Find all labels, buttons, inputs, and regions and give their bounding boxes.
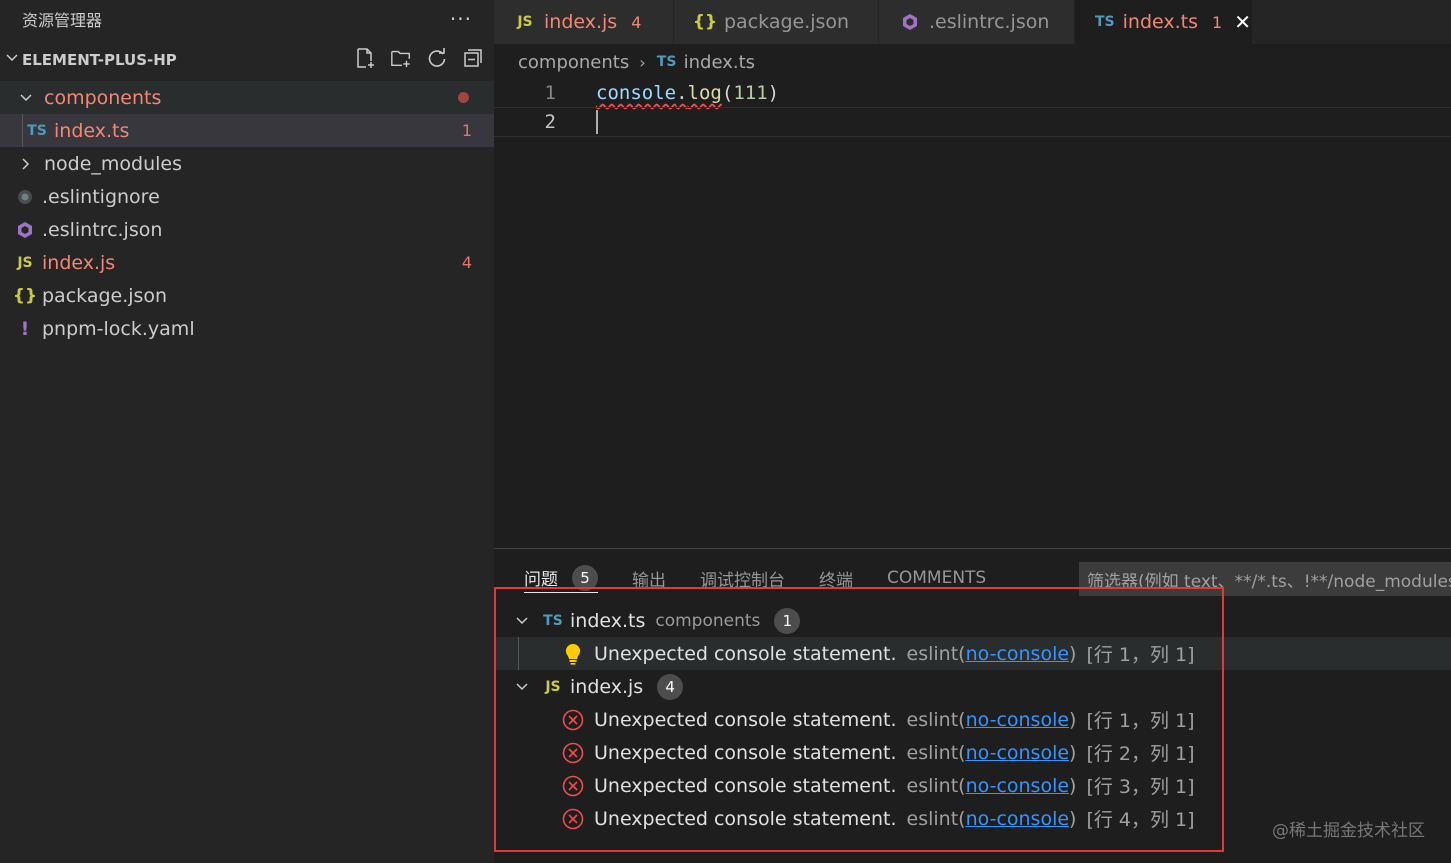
- chevron-down-icon: [18, 90, 40, 106]
- highlight-box: [494, 587, 1224, 852]
- tab-label: package.json: [724, 11, 850, 33]
- breadcrumb-folder[interactable]: components: [518, 52, 629, 73]
- tree-item-label: index.ts: [54, 119, 130, 142]
- chevron-down-icon: [4, 50, 22, 70]
- tree-file-index-js[interactable]: JS index.js 4: [0, 246, 494, 279]
- code-editor[interactable]: 1 console.log(111) 2: [494, 78, 1451, 548]
- breadcrumb-file[interactable]: index.ts: [684, 52, 755, 73]
- collapse-all-icon[interactable]: [462, 46, 484, 70]
- more-actions-icon[interactable]: ···: [450, 7, 472, 31]
- token-punct: .: [676, 82, 688, 104]
- tab-label: index.ts: [1122, 11, 1199, 33]
- json-file-icon: {}: [12, 285, 38, 306]
- explorer-sidebar: 资源管理器 ··· ELEMENT-PLUS-HP components TS …: [0, 0, 494, 863]
- js-file-icon: JS: [17, 254, 33, 271]
- ts-file-icon: TS: [656, 54, 677, 70]
- json-file-icon: {}: [692, 12, 718, 32]
- tree-file-eslintrc[interactable]: .eslintrc.json: [0, 213, 494, 246]
- tree-item-label: components: [44, 86, 162, 109]
- tree-file-eslintignore[interactable]: .eslintignore: [0, 180, 494, 213]
- problem-count-badge: 1: [461, 121, 472, 140]
- tree-item-label: .eslintrc.json: [42, 218, 163, 241]
- eslintignore-file-icon: [14, 188, 36, 206]
- token-number: 111: [733, 82, 768, 104]
- token-identifier: console: [596, 82, 677, 104]
- tree-file-index-ts[interactable]: TS index.ts 1: [0, 114, 494, 147]
- tab-label: index.js: [544, 11, 618, 33]
- eslint-file-icon: [899, 13, 921, 31]
- breadcrumb: components › TS index.ts: [518, 48, 755, 76]
- modified-dot-icon: [458, 92, 469, 103]
- project-name: ELEMENT-PLUS-HP: [22, 50, 177, 69]
- explorer-title: 资源管理器: [22, 11, 103, 30]
- tree-file-package-json[interactable]: {} package.json: [0, 279, 494, 312]
- explorer-header: 资源管理器 ···: [0, 0, 494, 38]
- token-punct: (: [721, 82, 734, 104]
- tree-folder-node-modules[interactable]: node_modules: [0, 147, 494, 180]
- ts-file-icon: TS: [1095, 14, 1115, 30]
- problem-count-badge: 4: [461, 253, 472, 272]
- tab-index-js[interactable]: JS index.js 4: [494, 0, 674, 44]
- new-file-icon[interactable]: [354, 46, 376, 70]
- code-content: console.log(111): [596, 82, 779, 104]
- editor-tab-bar: JS index.js 4 {} package.json .eslintrc.…: [494, 0, 1451, 44]
- tab-index-ts[interactable]: TS index.ts 1 ✕: [1075, 0, 1253, 44]
- tree-item-label: node_modules: [44, 152, 183, 175]
- code-line-current[interactable]: 2: [494, 107, 1451, 137]
- js-file-icon: JS: [517, 14, 533, 30]
- chevron-right-icon: [18, 156, 40, 172]
- token-function: log: [687, 82, 722, 104]
- tab-eslintrc-json[interactable]: .eslintrc.json: [879, 0, 1075, 44]
- close-icon[interactable]: ✕: [1234, 10, 1251, 34]
- tree-item-label: pnpm-lock.yaml: [42, 317, 195, 340]
- tab-label: COMMENTS: [887, 568, 987, 588]
- eslint-file-icon: [14, 221, 36, 239]
- text-cursor: [596, 110, 598, 134]
- tree-folder-components[interactable]: components: [0, 81, 494, 114]
- project-section-header[interactable]: ELEMENT-PLUS-HP: [0, 38, 494, 81]
- tab-problem-badge: 1: [1212, 12, 1223, 32]
- line-number: 1: [544, 82, 556, 104]
- tree-item-label: index.js: [42, 251, 116, 274]
- new-folder-icon[interactable]: [390, 46, 412, 70]
- tree-file-pnpm-lock[interactable]: ! pnpm-lock.yaml: [0, 312, 494, 345]
- tab-problem-badge: 4: [631, 12, 642, 32]
- tab-label: .eslintrc.json: [929, 11, 1050, 33]
- refresh-icon[interactable]: [426, 46, 448, 70]
- yaml-file-icon: !: [20, 317, 30, 340]
- tree-item-label: .eslintignore: [42, 185, 160, 208]
- code-line[interactable]: 1 console.log(111): [494, 78, 1451, 108]
- token-punct: ): [767, 82, 780, 104]
- line-number: 2: [544, 111, 556, 133]
- chevron-right-icon: ›: [639, 52, 646, 72]
- tree-item-label: package.json: [42, 284, 168, 307]
- watermark: @稀土掘金技术社区: [1272, 821, 1425, 841]
- ts-file-icon: TS: [27, 122, 47, 139]
- tab-package-json[interactable]: {} package.json: [674, 0, 879, 44]
